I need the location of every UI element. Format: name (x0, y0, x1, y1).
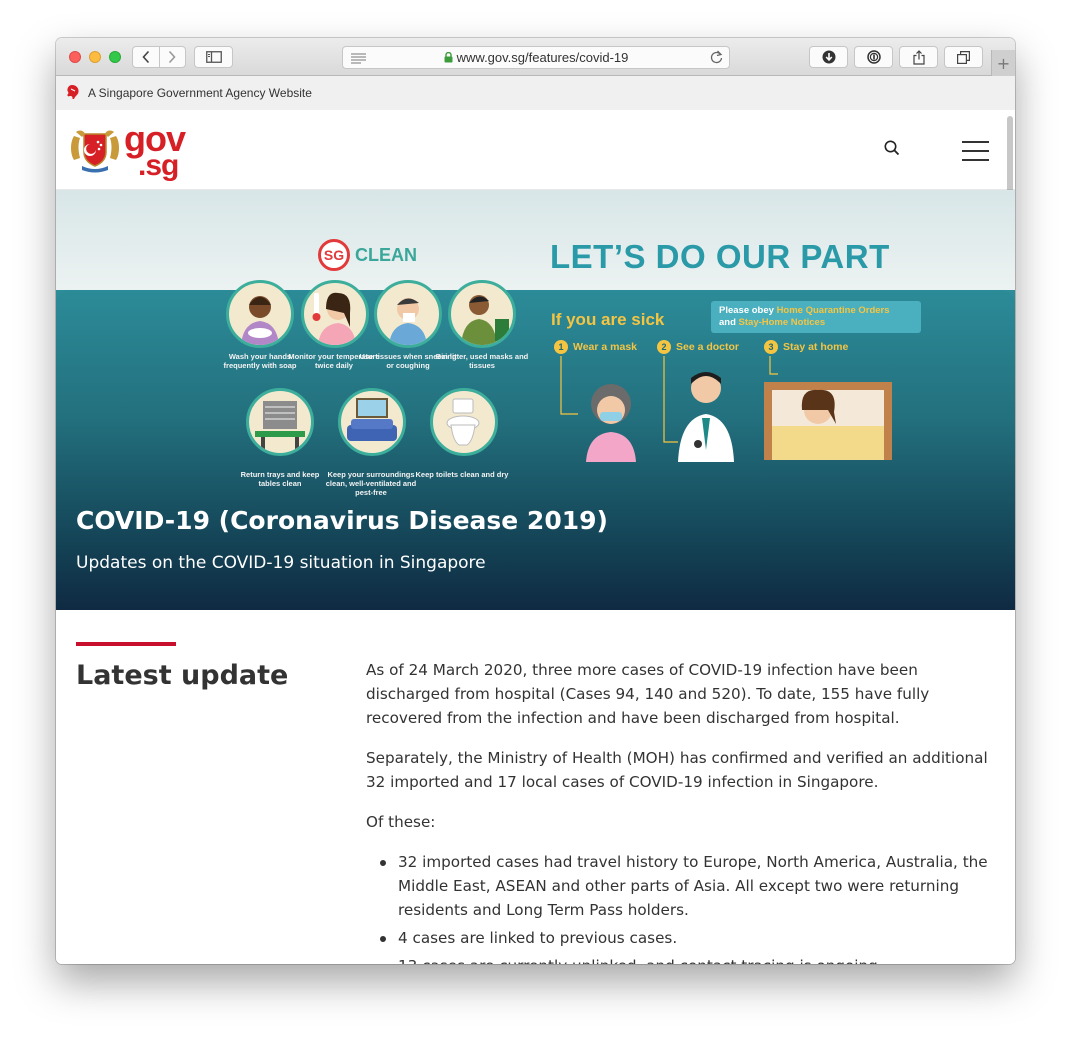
lock-icon (444, 51, 453, 66)
forward-button[interactable] (158, 47, 186, 67)
handwash-illustration (226, 280, 294, 348)
tip-caption: Keep toilets clean and dry (415, 470, 509, 479)
list-item: 32 imported cases had travel history to … (378, 850, 998, 922)
accent-bar (76, 642, 176, 646)
sidebar-icon (205, 51, 222, 63)
sg-clean-logo: SG CLEAN (318, 239, 417, 271)
tissue-sneeze-illustration (374, 280, 442, 348)
gov-sg-wordmark: gov .sg (124, 118, 186, 182)
update-paragraph: As of 24 March 2020, three more cases of… (366, 661, 930, 727)
tip-caption: Bin litter, used masks and tissues (435, 352, 529, 370)
new-tab-button[interactable]: + (991, 50, 1015, 76)
step-wear-mask: 1 Wear a mask (554, 340, 637, 354)
masthead-text: A Singapore Government Agency Website (88, 86, 312, 100)
update-body: As of 24 March 2020, three more cases of… (366, 658, 998, 964)
government-masthead: A Singapore Government Agency Website (56, 76, 1015, 110)
step-see-doctor: 2 See a doctor (657, 340, 739, 354)
update-paragraph: Separately, the Ministry of Health (MOH)… (366, 749, 988, 791)
site-header: gov .sg (56, 110, 1015, 190)
tray-return-illustration (246, 388, 314, 456)
reload-icon[interactable] (710, 50, 723, 67)
page-title: COVID-19 (Coronavirus Disease 2019) (76, 506, 608, 535)
downloads-button[interactable] (809, 46, 848, 68)
menu-button[interactable] (962, 141, 989, 161)
temperature-illustration (301, 280, 369, 348)
update-paragraph: Of these: (366, 813, 436, 831)
tip-caption: Return trays and keep tables clean (240, 470, 320, 488)
section-heading: Latest update (76, 660, 289, 691)
close-window-button[interactable] (69, 51, 81, 63)
back-button[interactable] (133, 47, 159, 67)
browser-toolbar: www.gov.sg/features/covid-19 + (56, 38, 1015, 76)
page-subtitle: Updates on the COVID-19 situation in Sin… (76, 553, 486, 573)
hero-slogan: LET’S DO OUR PART (550, 238, 890, 275)
hero-banner: SG CLEAN LET’S DO OUR PART Wash your han… (56, 190, 1015, 610)
password-icon (866, 50, 881, 64)
chevron-right-icon (169, 50, 176, 64)
chevron-left-icon (142, 50, 149, 64)
list-item: 4 cases are linked to previous cases. (378, 926, 998, 950)
gov-sg-logo[interactable]: gov .sg (68, 118, 186, 182)
zoom-window-button[interactable] (109, 51, 121, 63)
browser-window: www.gov.sg/features/covid-19 + A Singapo… (56, 38, 1015, 964)
plus-icon: + (996, 53, 1011, 73)
tip-caption: Keep your surroundings clean, well-venti… (325, 470, 417, 497)
step-stay-home: 3 Stay at home (764, 340, 848, 354)
sick-steps-illustration (560, 356, 892, 462)
if-sick-heading: If you are sick (551, 310, 665, 329)
address-bar[interactable]: www.gov.sg/features/covid-19 (342, 46, 730, 69)
lion-head-icon (66, 84, 80, 103)
bin-litter-illustration (448, 280, 516, 348)
search-button[interactable] (884, 140, 900, 160)
download-icon (822, 50, 835, 64)
latest-update-section: Latest update As of 24 March 2020, three… (56, 610, 1015, 964)
list-item: 13 cases are currently unlinked, and con… (378, 954, 998, 964)
minimize-window-button[interactable] (89, 51, 101, 63)
password-manager-button[interactable] (854, 46, 893, 68)
quarantine-notice: Please obey Home Quarantine Orders and S… (711, 301, 921, 333)
sidebar-button[interactable] (194, 46, 233, 68)
update-bullet-list: 32 imported cases had travel history to … (378, 850, 998, 964)
clean-surroundings-illustration (338, 388, 406, 456)
hamburger-icon (962, 141, 989, 143)
singapore-crest-icon (71, 130, 119, 173)
share-button[interactable] (899, 46, 938, 68)
search-icon (884, 140, 900, 156)
nav-buttons (132, 46, 186, 68)
url-text: www.gov.sg/features/covid-19 (456, 50, 629, 65)
share-icon (912, 49, 925, 65)
tabs-overview-button[interactable] (944, 46, 983, 68)
page-viewport: A Singapore Government Agency Website go… (56, 76, 1015, 964)
clean-toilet-illustration (430, 388, 498, 456)
tabs-icon (957, 50, 970, 64)
